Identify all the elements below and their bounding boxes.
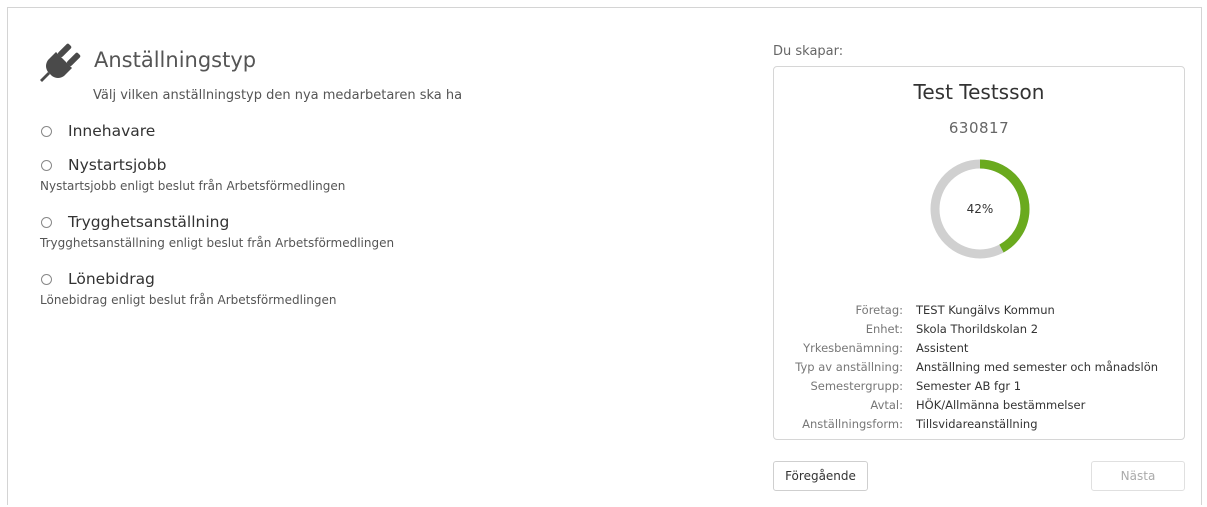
radio-button[interactable] bbox=[41, 125, 52, 137]
option-nystartsjobb[interactable]: Nystartsjobb Nystartsjobb enligt beslut … bbox=[40, 155, 345, 193]
detail-key: Avtal: bbox=[870, 398, 903, 412]
summary-heading: Du skapar: bbox=[773, 44, 844, 59]
person-id: 630817 bbox=[948, 119, 1010, 137]
option-label: Innehavare bbox=[68, 122, 156, 140]
detail-key: Typ av anställning: bbox=[795, 360, 903, 374]
option-innehavare[interactable]: Innehavare bbox=[41, 121, 155, 141]
detail-row: Semestergrupp: Semester AB fgr 1 bbox=[774, 377, 1184, 396]
detail-row: Företag: TEST Kungälvs Kommun bbox=[774, 301, 1184, 320]
person-name: Test Testsson bbox=[913, 80, 1045, 104]
radio-row[interactable]: Trygghetsanställning bbox=[41, 212, 229, 232]
plug-icon bbox=[40, 43, 81, 82]
option-label: Trygghetsanställning bbox=[68, 213, 230, 231]
detail-key: Enhet: bbox=[865, 322, 903, 336]
detail-row: Avtal: HÖK/Allmänna bestämmelser bbox=[774, 396, 1184, 415]
radio-row[interactable]: Innehavare bbox=[41, 121, 155, 141]
detail-value: Assistent bbox=[916, 341, 969, 355]
next-button[interactable]: Nästa bbox=[1091, 461, 1185, 491]
option-trygghetsanstallning[interactable]: Trygghetsanställning Trygghetsanställnin… bbox=[40, 212, 394, 250]
option-label: Lönebidrag bbox=[68, 270, 155, 288]
detail-row: Anställningsform: Tillsvidareanställning bbox=[774, 415, 1184, 434]
page-title: Anställningstyp bbox=[94, 48, 257, 72]
radio-button[interactable] bbox=[41, 216, 52, 228]
detail-key: Företag: bbox=[855, 303, 903, 317]
option-description: Trygghetsanställning enligt beslut från … bbox=[40, 236, 395, 250]
previous-button[interactable]: Föregående bbox=[773, 461, 868, 491]
details-list: Företag: TEST Kungälvs Kommun Enhet: Sko… bbox=[774, 301, 1184, 434]
option-label: Nystartsjobb bbox=[68, 156, 167, 174]
detail-row: Enhet: Skola Thorildskolan 2 bbox=[774, 320, 1184, 339]
detail-value: Skola Thorildskolan 2 bbox=[916, 322, 1039, 336]
detail-key: Yrkesbenämning: bbox=[803, 341, 903, 355]
radio-row[interactable]: Nystartsjobb bbox=[41, 155, 166, 175]
radio-row[interactable]: Lönebidrag bbox=[41, 269, 155, 289]
detail-row: Yrkesbenämning: Assistent bbox=[774, 339, 1184, 358]
detail-value: Tillsvidareanställning bbox=[916, 417, 1038, 431]
radio-button[interactable] bbox=[41, 273, 52, 285]
detail-key: Anställningsform: bbox=[802, 417, 903, 431]
detail-value: TEST Kungälvs Kommun bbox=[916, 303, 1055, 317]
option-lonebidrag[interactable]: Lönebidrag Lönebidrag enligt beslut från… bbox=[40, 269, 336, 307]
detail-value: Semester AB fgr 1 bbox=[916, 379, 1022, 393]
progress-percent: 42% bbox=[966, 202, 994, 216]
detail-row: Typ av anställning: Anställning med seme… bbox=[774, 358, 1184, 377]
summary-card: Test Testsson 630817 42% Företag: TEST K… bbox=[773, 66, 1185, 440]
detail-key: Semestergrupp: bbox=[810, 379, 903, 393]
detail-value: HÖK/Allmänna bestämmelser bbox=[916, 398, 1086, 412]
option-description: Nystartsjobb enligt beslut från Arbetsfö… bbox=[40, 179, 346, 193]
page-subtitle: Välj vilken anställningstyp den nya meda… bbox=[93, 88, 463, 103]
option-description: Lönebidrag enligt beslut från Arbetsförm… bbox=[40, 293, 337, 307]
radio-button[interactable] bbox=[41, 159, 52, 171]
detail-value: Anställning med semester och månadslön bbox=[916, 360, 1159, 374]
